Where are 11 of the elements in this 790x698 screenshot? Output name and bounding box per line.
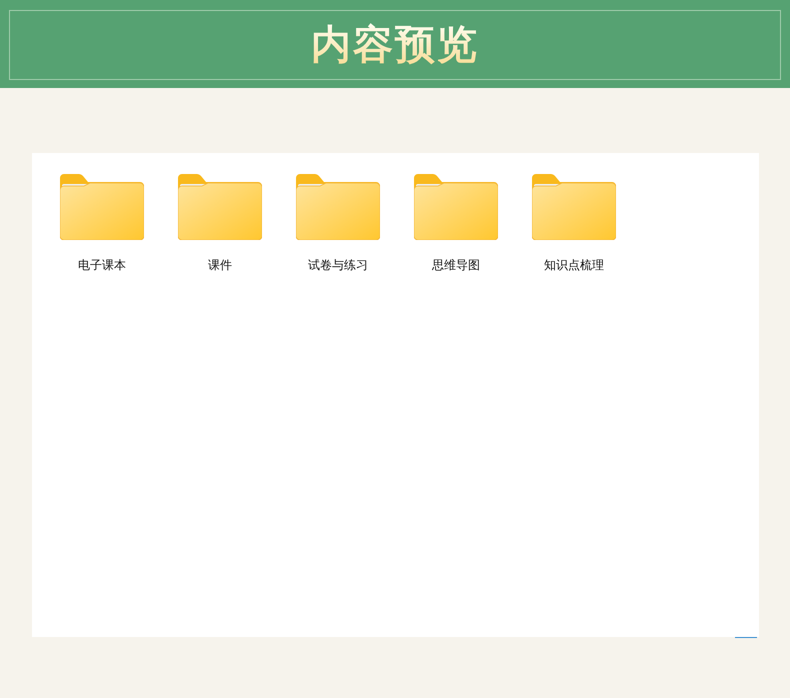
- folder-label[interactable]: 知识点梳理: [544, 257, 604, 274]
- folder-icon: [296, 174, 380, 240]
- folder-icon: [60, 174, 144, 240]
- folder-icon: [414, 174, 498, 240]
- folder-icon: [178, 174, 262, 240]
- page-title: 内容预览: [311, 23, 479, 67]
- folder-label[interactable]: 课件: [208, 257, 232, 274]
- folder-label[interactable]: 电子课本: [78, 257, 126, 274]
- folder-icon: [532, 174, 616, 240]
- folder-label[interactable]: 试卷与练习: [308, 257, 368, 274]
- folder-label[interactable]: 思维导图: [432, 257, 480, 274]
